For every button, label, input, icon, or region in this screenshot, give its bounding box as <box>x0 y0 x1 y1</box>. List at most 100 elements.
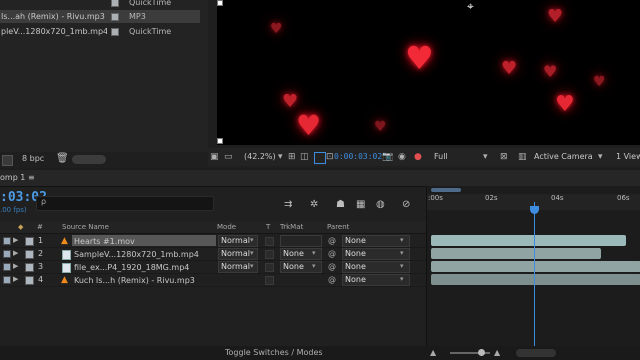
pickwhip-icon[interactable]: @ <box>328 247 336 260</box>
show-snapshot-icon[interactable]: ◉ <box>398 148 406 166</box>
composition-canvas[interactable]: ⌖ ♥ ♥ ♥ ♥ ♥ ♥ ♥ ♥ ♥ ♥ <box>217 0 640 145</box>
project-scrollbar[interactable] <box>72 155 106 164</box>
column-parent[interactable]: Parent <box>327 221 349 233</box>
project-item-type: QuickTime <box>129 0 172 7</box>
layer-label-color[interactable] <box>25 237 34 246</box>
project-item-selected[interactable]: Is...ah (Remix) - Rivu.mp3 MP3 <box>0 10 200 23</box>
graph-editor-icon[interactable]: ⊘ <box>402 199 410 210</box>
resolution-dropdown[interactable]: Full <box>434 148 448 166</box>
video-toggle[interactable] <box>3 276 11 284</box>
region-icon[interactable]: ⊠ <box>500 148 508 166</box>
ruler-tick-label: 06s <box>617 194 630 202</box>
column-mode[interactable]: Mode <box>217 221 236 233</box>
current-time-display[interactable]: 0:00:03:02 <box>334 148 382 166</box>
zoom-in-icon[interactable]: ▲ <box>494 346 500 360</box>
layer-name[interactable]: file_ex...P4_1920_18MG.mp4 <box>72 261 216 272</box>
layer-number: 4 <box>38 275 44 284</box>
layer-label-color[interactable] <box>25 263 34 272</box>
shy-layers-icon[interactable]: ☗ <box>336 199 345 210</box>
monitor-icon[interactable]: ▭ <box>224 148 233 166</box>
video-toggle[interactable] <box>3 263 11 271</box>
always-preview-icon[interactable]: ▣ <box>210 148 219 166</box>
project-item[interactable]: QuickTime <box>0 0 200 9</box>
expand-triangle-icon[interactable]: ▶ <box>13 273 18 286</box>
label-color-swatch[interactable] <box>111 0 119 7</box>
layer-duration-bar[interactable] <box>431 274 640 285</box>
video-file-icon <box>62 250 71 260</box>
comp-mini-flowchart-icon[interactable]: ⇉ <box>284 199 292 210</box>
layer-row[interactable]: ▶ 1 ▲ Hearts #1.mov Normal ▾ @ None ▾ <box>0 234 426 248</box>
mask-visibility-icon[interactable]: ◫ <box>300 148 309 166</box>
draft-3d-icon[interactable]: ✲ <box>310 199 318 210</box>
menu-icon[interactable]: ≡ <box>28 170 35 186</box>
layer-duration-bar[interactable] <box>431 235 627 246</box>
layer-name-text: Kuch Is...h (Remix) - Rivu.mp3 <box>74 276 195 285</box>
color-channel-icon[interactable]: ● <box>414 148 422 166</box>
composition-tab[interactable]: omp 1 <box>0 170 25 186</box>
pickwhip-icon[interactable]: @ <box>328 273 336 286</box>
chevron-down-icon: ▾ <box>278 152 283 162</box>
region-of-interest-icon[interactable] <box>314 152 326 164</box>
expand-triangle-icon[interactable]: ▶ <box>13 260 18 273</box>
heart-particle: ♥ <box>501 58 518 79</box>
grid-icon[interactable]: ⊞ <box>288 148 296 166</box>
toggle-switches-modes-button[interactable]: Toggle Switches / Modes <box>225 346 323 360</box>
project-item[interactable]: pleV...1280x720_1mb.mp4 QuickTime <box>0 25 200 38</box>
zoom-out-icon[interactable]: ▲ <box>430 346 436 360</box>
project-item-type: QuickTime <box>129 27 172 36</box>
column-number[interactable]: # <box>37 221 43 233</box>
motion-blur-icon[interactable]: ◍ <box>376 199 385 210</box>
trash-icon[interactable]: 🗑 <box>56 153 69 164</box>
layer-handle[interactable] <box>217 0 223 6</box>
column-source-name[interactable]: Source Name <box>62 221 109 233</box>
layer-row[interactable]: ▶ 3 file_ex...P4_1920_18MG.mp4 Normal ▾ … <box>0 260 426 274</box>
fast-preview-icon[interactable]: ▥ <box>518 148 527 166</box>
playhead-line[interactable] <box>533 202 535 360</box>
anchor-point-icon[interactable]: ⌖ <box>467 0 474 14</box>
project-panel: QuickTime Is...ah (Remix) - Rivu.mp3 MP3… <box>0 0 208 168</box>
layer-search-input[interactable]: ρ <box>36 196 214 211</box>
column-trkmat[interactable]: TrkMat <box>280 221 303 233</box>
work-area-bar[interactable] <box>427 186 640 194</box>
pickwhip-icon[interactable]: @ <box>328 260 336 273</box>
transparency-grid-icon[interactable]: ⊡ <box>326 148 334 166</box>
chevron-down-icon: ▾ <box>250 249 254 257</box>
layer-duration-bar[interactable] <box>431 261 640 272</box>
layer-label-color[interactable] <box>25 250 34 259</box>
magnification-dropdown[interactable]: (42.2%) <box>244 148 276 166</box>
layer-name[interactable]: Kuch Is...h (Remix) - Rivu.mp3 <box>72 274 216 285</box>
layer-handle[interactable] <box>217 138 223 144</box>
trkmat-empty[interactable] <box>280 235 322 247</box>
flowchart-icon[interactable] <box>2 155 13 166</box>
preserve-transparency-toggle[interactable] <box>265 263 274 272</box>
layer-row[interactable]: ▶ 2 SampleV...1280x720_1mb.mp4 Normal ▾ … <box>0 247 426 261</box>
expand-triangle-icon[interactable]: ▶ <box>13 247 18 260</box>
pickwhip-icon[interactable]: @ <box>328 234 336 247</box>
timeline-scrollbar[interactable] <box>516 349 556 357</box>
layer-name[interactable]: SampleV...1280x720_1mb.mp4 <box>72 248 216 259</box>
zoom-slider-thumb[interactable] <box>478 349 485 356</box>
preserve-transparency-toggle[interactable] <box>265 237 274 246</box>
layer-number: 3 <box>38 262 44 271</box>
playhead-handle[interactable] <box>529 206 539 214</box>
view-layout-dropdown[interactable]: 1 View <box>616 148 640 166</box>
label-color-swatch[interactable] <box>111 28 119 36</box>
camera-dropdown[interactable]: Active Camera <box>534 148 593 166</box>
bpc-toggle[interactable]: 8 bpc <box>22 154 44 163</box>
work-area-handle[interactable] <box>431 188 461 192</box>
snapshot-camera-icon[interactable]: 📷 <box>382 148 393 166</box>
preserve-transparency-toggle[interactable] <box>265 250 274 259</box>
preserve-transparency-toggle[interactable] <box>265 276 274 285</box>
layer-label-color[interactable] <box>25 276 34 285</box>
frame-blending-icon[interactable]: ▦ <box>356 199 365 210</box>
label-tag-icon[interactable]: ◆ <box>18 221 23 233</box>
layer-duration-bar[interactable] <box>431 248 602 259</box>
layer-name[interactable]: Hearts #1.mov <box>72 235 216 246</box>
label-color-swatch[interactable] <box>111 13 119 21</box>
video-toggle[interactable] <box>3 237 11 245</box>
expand-triangle-icon[interactable]: ▶ <box>13 234 18 247</box>
search-icon: ρ <box>41 197 47 206</box>
video-toggle[interactable] <box>3 250 11 258</box>
layer-row[interactable]: ▶ 4 ▲ Kuch Is...h (Remix) - Rivu.mp3 @ N… <box>0 273 426 287</box>
column-t[interactable]: T <box>266 221 270 233</box>
